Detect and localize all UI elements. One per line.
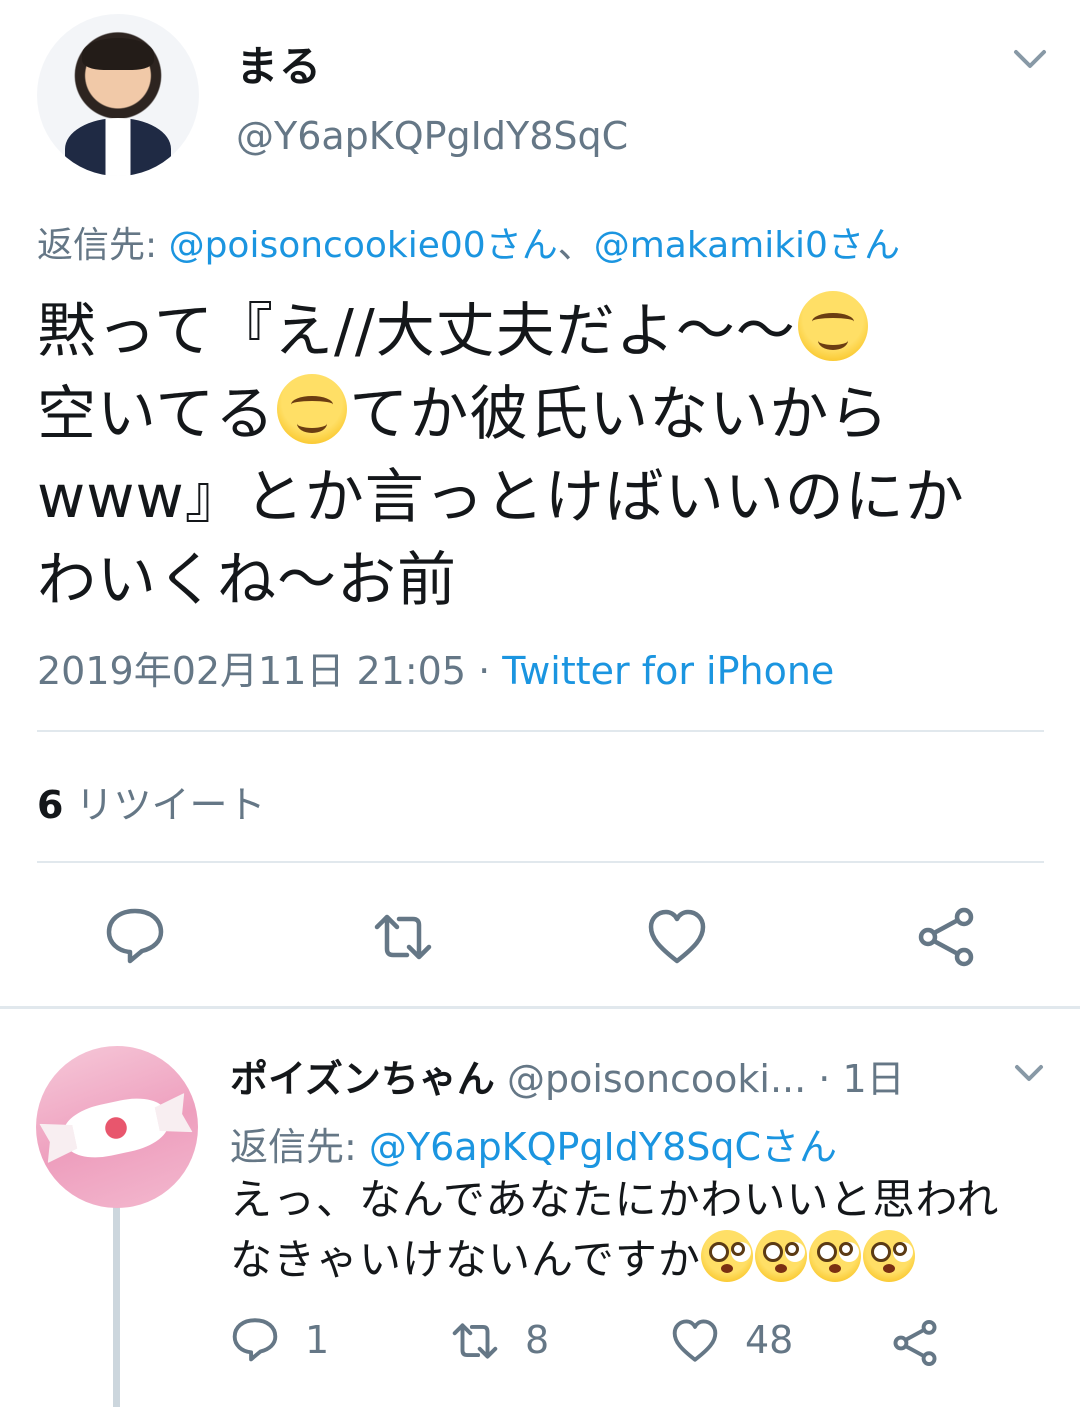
reply-to-line: 返信先: @poisoncookie00さん、@makamiki0さん xyxy=(37,216,900,268)
source-link[interactable]: Twitter for iPhone xyxy=(502,649,834,693)
reply-text-line: えっ、なんであなたにかわいいと思われ xyxy=(230,1175,1000,1224)
retweet-stats[interactable]: 6 リツイート xyxy=(37,774,266,829)
reply-text: えっ、なんであなたにかわいいと思われ なきゃいけないんですか xyxy=(230,1170,1060,1290)
tweet-text: 黙って『え//大丈夫だよ〜〜 空いてる てか彼氏いないから www』とか言っとけば… xyxy=(37,289,1067,621)
share-icon[interactable] xyxy=(890,1318,940,1368)
reply-to-link[interactable]: @Y6apKQPgIdY8SqCさん xyxy=(369,1125,837,1169)
reply-to-link-2[interactable]: @makamiki0さん xyxy=(594,225,900,266)
tweet-text-line: てか彼氏いないから xyxy=(349,379,890,448)
reply-to-line: 返信先: @Y6apKQPgIdY8SqCさん xyxy=(230,1116,837,1171)
reply-to-separator: 、 xyxy=(557,225,594,266)
reply-text-line: なきゃいけないんですか xyxy=(230,1235,701,1284)
divider xyxy=(37,861,1044,863)
flushed-face-emoji xyxy=(754,1230,807,1282)
chevron-down-icon[interactable] xyxy=(1013,1060,1045,1086)
tweet-meta: 2019年02月11日 21:05 · Twitter for iPhone xyxy=(37,640,834,695)
like-icon[interactable] xyxy=(670,1316,720,1366)
reply-icon[interactable] xyxy=(103,903,167,967)
retweet-label: リツイート xyxy=(75,783,266,827)
avatar[interactable] xyxy=(36,1046,198,1208)
reply-header: ポイズンちゃん @poisoncooki... · 1日 xyxy=(230,1048,905,1103)
tweet-text-line: www』とか言っとけばいいのにか xyxy=(37,462,965,531)
candy-image xyxy=(59,1091,173,1165)
timestamp: 2019年02月11日 21:05 xyxy=(37,649,467,693)
retweet-icon[interactable] xyxy=(371,905,435,969)
display-name[interactable]: まる xyxy=(236,33,322,94)
meta-separator: · xyxy=(466,649,503,693)
time-separator: · xyxy=(806,1057,843,1101)
flushed-face-emoji xyxy=(808,1230,861,1282)
section-separator xyxy=(0,1006,1080,1009)
divider xyxy=(37,730,1044,732)
reply-to-label: 返信先: xyxy=(230,1125,369,1169)
user-handle[interactable]: @Y6apKQPgIdY8SqC xyxy=(236,114,628,158)
flushed-face-emoji xyxy=(862,1230,915,1282)
like-count: 48 xyxy=(745,1318,794,1362)
smiling-face-emoji xyxy=(277,374,348,444)
retweet-count: 8 xyxy=(525,1318,550,1362)
smiling-face-emoji xyxy=(797,291,868,361)
user-handle[interactable]: @poisoncooki... xyxy=(507,1057,806,1101)
display-name[interactable]: ポイズンちゃん xyxy=(230,1057,495,1101)
tweet-text-line: 空いてる xyxy=(37,379,276,448)
reply-to-label: 返信先: xyxy=(37,225,169,266)
tweet-text-line: わいくね〜お前 xyxy=(37,545,458,614)
relative-time: 1日 xyxy=(842,1057,905,1101)
reply-to-link-1[interactable]: @poisoncookie00さん xyxy=(169,225,558,266)
retweet-icon[interactable] xyxy=(450,1316,500,1366)
reply-count: 1 xyxy=(305,1318,330,1362)
share-icon[interactable] xyxy=(914,905,978,969)
tweet-text-line: 黙って『え//大丈夫だよ〜〜 xyxy=(37,296,796,365)
like-icon[interactable] xyxy=(645,905,709,969)
avatar[interactable] xyxy=(37,14,199,176)
thread-line xyxy=(113,1207,120,1407)
main-tweet: まる @Y6apKQPgIdY8SqC 返信先: @poisoncookie00… xyxy=(0,0,1080,1008)
flushed-face-emoji xyxy=(700,1230,753,1282)
chevron-down-icon[interactable] xyxy=(1012,44,1048,74)
reply-icon[interactable] xyxy=(230,1314,280,1364)
retweet-count: 6 xyxy=(37,783,64,827)
